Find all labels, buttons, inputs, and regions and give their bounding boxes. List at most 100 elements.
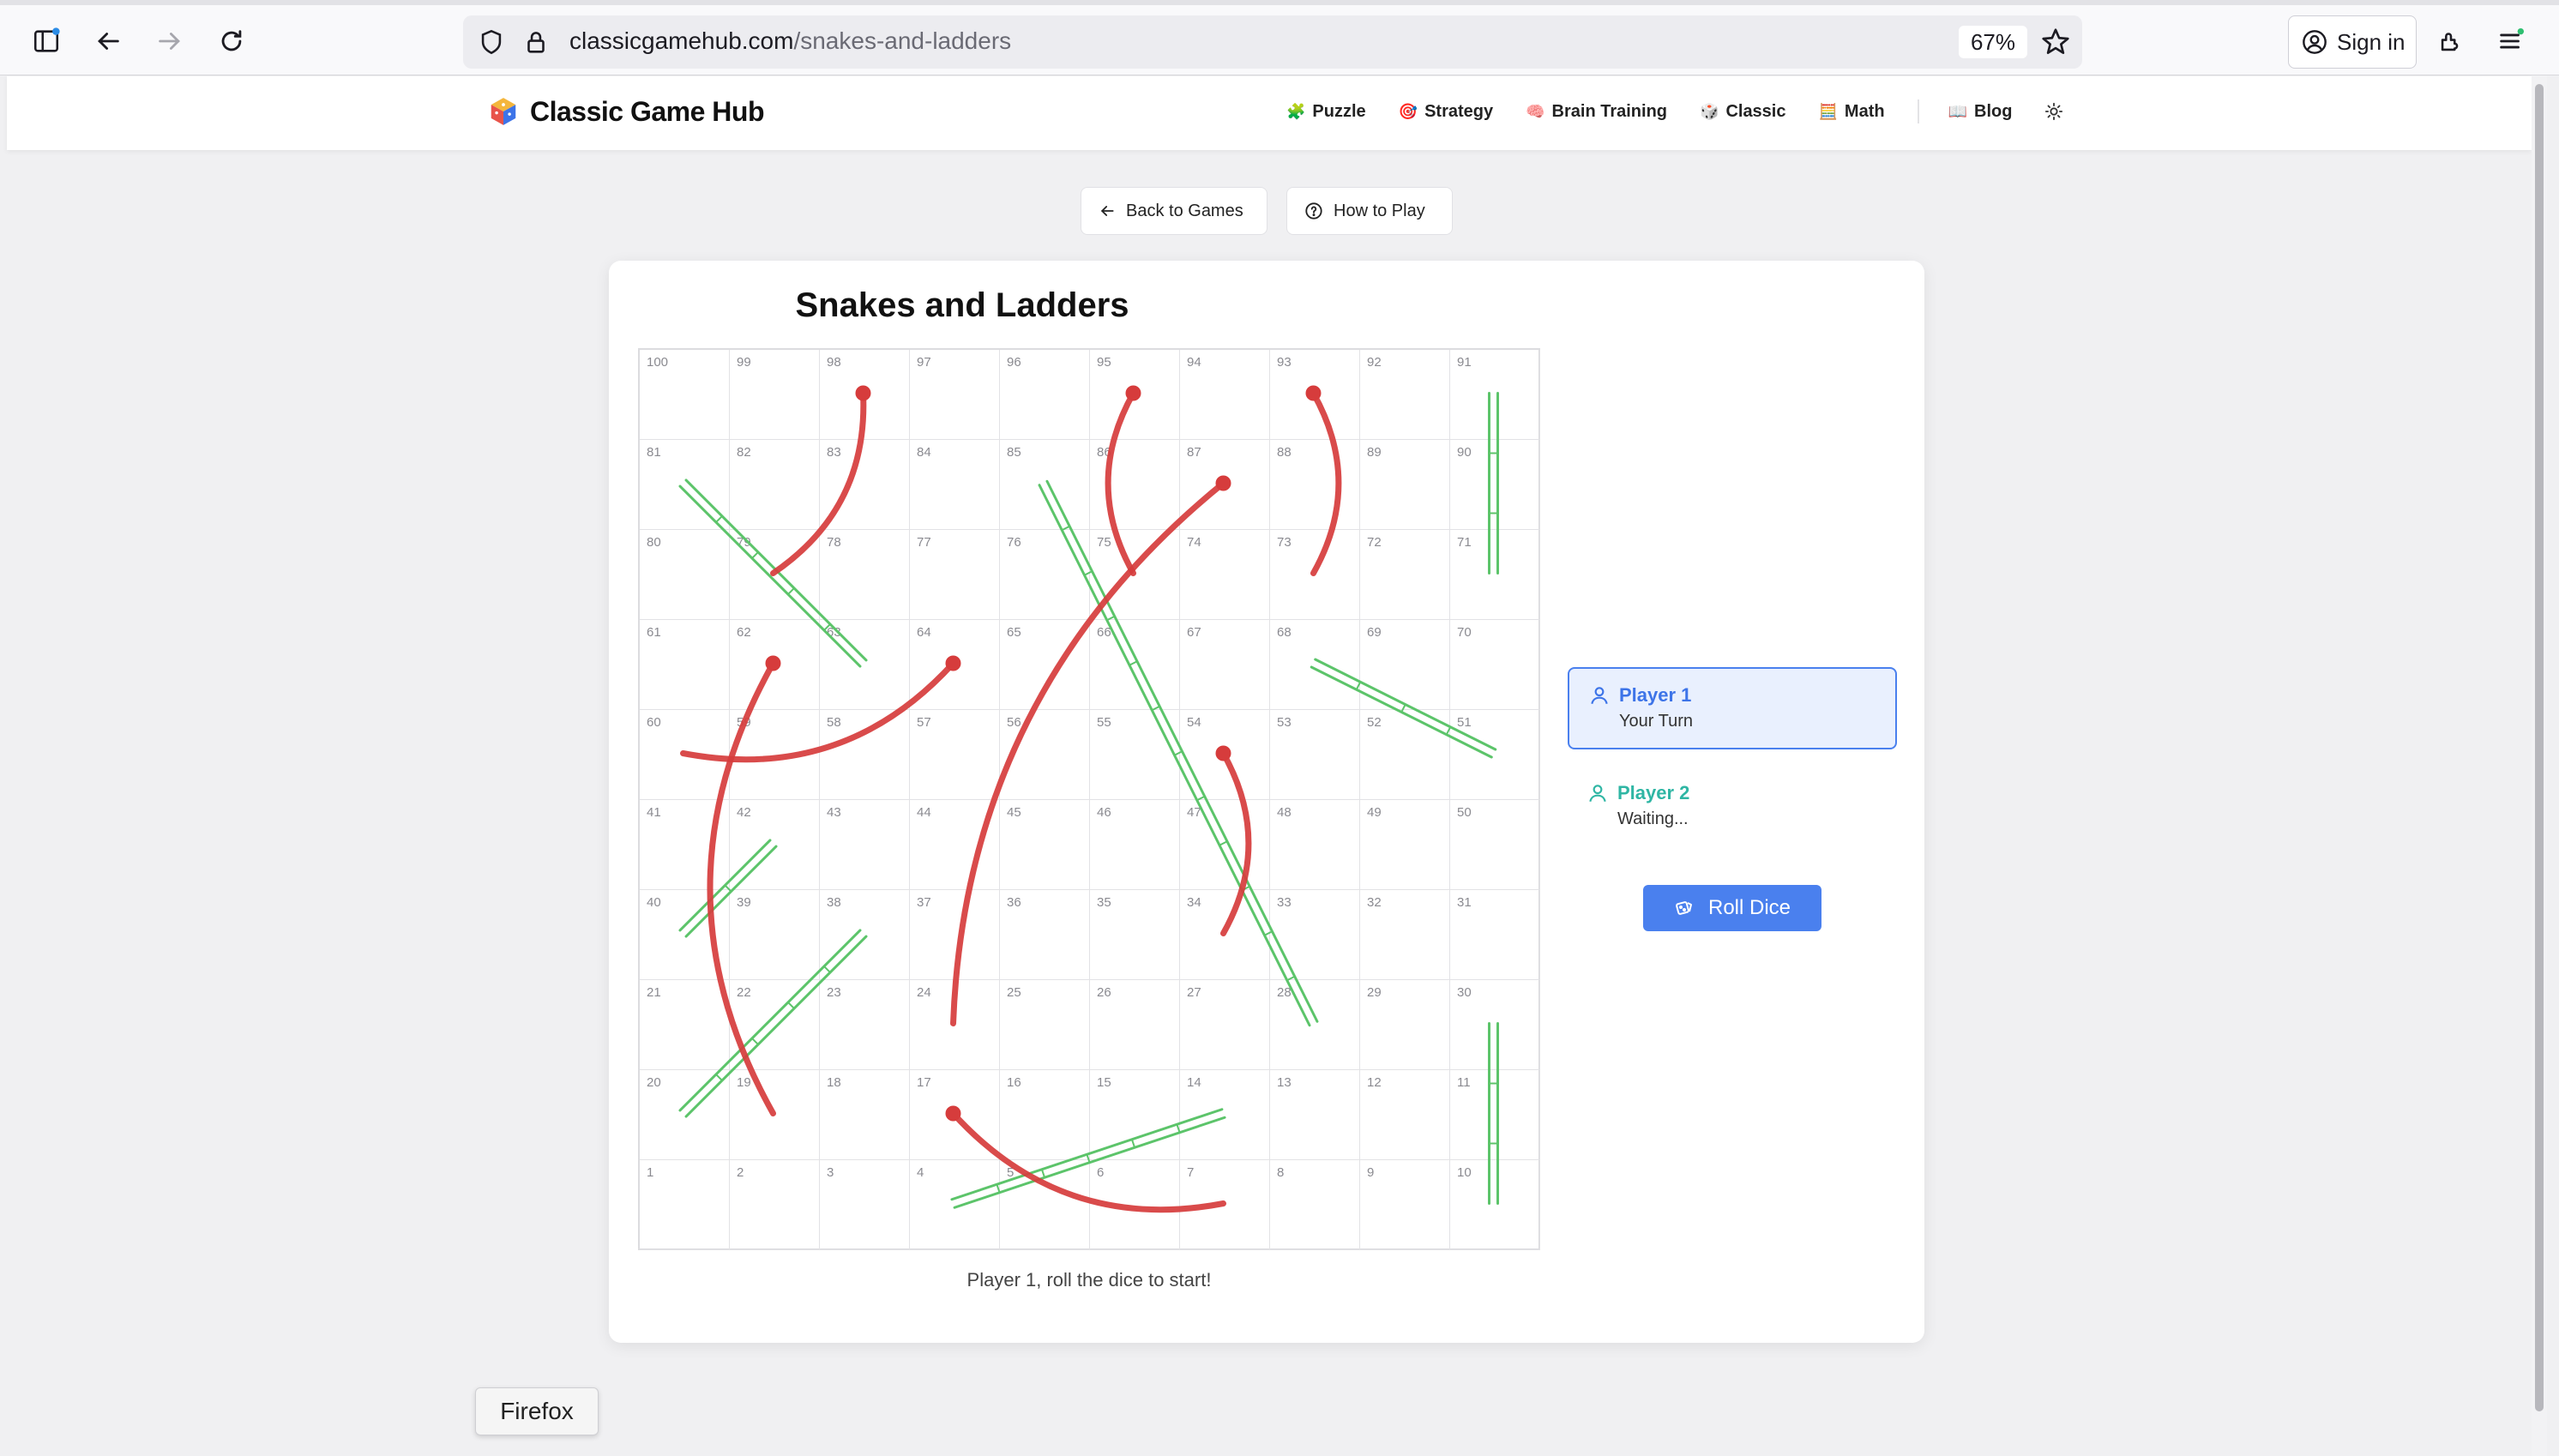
- cell-number: 33: [1277, 895, 1292, 910]
- cell-number: 73: [1277, 535, 1292, 550]
- cell-number: 55: [1097, 715, 1111, 730]
- board-cell-13: 13: [1270, 1070, 1360, 1160]
- board-cell-89: 89: [1360, 440, 1450, 530]
- cell-number: 5: [1007, 1165, 1015, 1180]
- nav-item-puzzle[interactable]: 🧩 Puzzle: [1286, 102, 1366, 122]
- nav-divider: [1917, 99, 1919, 123]
- target-icon: 🎯: [1398, 102, 1418, 120]
- lock-icon[interactable]: [521, 27, 551, 57]
- cell-number: 9: [1367, 1165, 1375, 1180]
- board-cell-52: 52: [1360, 710, 1450, 800]
- forward-arrow-icon[interactable]: [148, 19, 192, 63]
- board-cell-78: 78: [820, 530, 910, 620]
- board-cell-80: 80: [640, 530, 730, 620]
- roll-dice-label: Roll Dice: [1707, 896, 1791, 919]
- board-cell-46: 46: [1090, 800, 1180, 890]
- cell-number: 95: [1097, 355, 1111, 370]
- cell-number: 52: [1367, 715, 1382, 730]
- cell-number: 93: [1277, 355, 1292, 370]
- extensions-icon[interactable]: [2429, 19, 2473, 63]
- cell-number: 90: [1457, 445, 1472, 460]
- board-cell-54: 54: [1180, 710, 1270, 800]
- user-icon: [1589, 785, 1606, 803]
- scrollbar-thumb[interactable]: [2535, 84, 2544, 1411]
- board-cell-39: 39: [730, 890, 820, 980]
- board-cell-92: 92: [1360, 350, 1450, 440]
- bookmark-star-icon[interactable]: [2039, 26, 2072, 58]
- account-icon: [2303, 30, 2327, 54]
- nav-item-classic[interactable]: 🎲 Classic: [1700, 102, 1785, 122]
- board-cell-1: 1: [640, 1160, 730, 1250]
- shield-icon[interactable]: [477, 27, 506, 57]
- cell-number: 64: [917, 625, 931, 640]
- board-cell-17: 17: [910, 1070, 1000, 1160]
- board-cell-69: 69: [1360, 620, 1450, 710]
- board-cell-97: 97: [910, 350, 1000, 440]
- cell-number: 1: [647, 1165, 654, 1180]
- nav-item-blog[interactable]: 📖 Blog: [1948, 102, 2013, 122]
- board-cell-91: 91: [1450, 350, 1540, 440]
- zoom-level-badge[interactable]: 67%: [1958, 26, 2027, 58]
- board-cell-48: 48: [1270, 800, 1360, 890]
- board-cell-44: 44: [910, 800, 1000, 890]
- board-cell-23: 23: [820, 980, 910, 1070]
- board-cell-11: 11: [1450, 1070, 1540, 1160]
- board-cell-15: 15: [1090, 1070, 1180, 1160]
- nav-item-math[interactable]: 🧮 Math: [1819, 102, 1885, 122]
- cell-number: 87: [1187, 445, 1201, 460]
- board-cell-9: 9: [1360, 1160, 1450, 1250]
- url-text[interactable]: classicgamehub.com/snakes-and-ladders: [569, 27, 1011, 55]
- sun-icon[interactable]: [2044, 102, 2063, 121]
- board-cell-73: 73: [1270, 530, 1360, 620]
- cell-number: 2: [737, 1165, 744, 1180]
- page-scrollbar[interactable]: [2532, 75, 2547, 1456]
- cell-number: 91: [1457, 355, 1472, 370]
- cell-number: 61: [647, 625, 661, 640]
- cell-number: 31: [1457, 895, 1472, 910]
- board-cell-2: 2: [730, 1160, 820, 1250]
- cell-number: 85: [1007, 445, 1021, 460]
- cell-number: 11: [1457, 1075, 1471, 1090]
- nav-item-strategy[interactable]: 🎯 Strategy: [1399, 102, 1493, 122]
- cell-number: 3: [827, 1165, 834, 1180]
- dice-icon: [1676, 901, 1692, 915]
- roll-dice-button[interactable]: Roll Dice: [1643, 885, 1821, 931]
- cell-number: 6: [1097, 1165, 1105, 1180]
- board-cell-31: 31: [1450, 890, 1540, 980]
- sidebar-toggle-icon[interactable]: [24, 19, 69, 63]
- board-cell-83: 83: [820, 440, 910, 530]
- board-cell-42: 42: [730, 800, 820, 890]
- cell-number: 99: [737, 355, 751, 370]
- board-cell-36: 36: [1000, 890, 1090, 980]
- nav-item-brain-training[interactable]: 🧠 Brain Training: [1526, 102, 1667, 122]
- board-cell-95: 95: [1090, 350, 1180, 440]
- cell-number: 66: [1097, 625, 1111, 640]
- book-icon: 📖: [1948, 102, 1968, 120]
- nav-label: Strategy: [1424, 101, 1494, 121]
- cell-number: 65: [1007, 625, 1021, 640]
- brain-icon: 🧠: [1526, 102, 1545, 120]
- how-to-play-button[interactable]: How to Play: [1286, 187, 1453, 235]
- board-cell-30: 30: [1450, 980, 1540, 1070]
- back-to-games-button[interactable]: Back to Games: [1081, 187, 1267, 235]
- app-menu-icon[interactable]: [2489, 19, 2533, 63]
- player-2-status: Waiting...: [1617, 809, 1689, 828]
- address-bar[interactable]: classicgamehub.com/snakes-and-ladders 67…: [463, 15, 2082, 69]
- site-logo[interactable]: Classic Game Hub: [487, 95, 765, 128]
- board-cell-26: 26: [1090, 980, 1180, 1070]
- back-arrow-icon[interactable]: [86, 19, 130, 63]
- board-cell-67: 67: [1180, 620, 1270, 710]
- cell-number: 35: [1097, 895, 1111, 910]
- board-cell-74: 74: [1180, 530, 1270, 620]
- cell-number: 16: [1007, 1075, 1021, 1090]
- nav-label: Puzzle: [1312, 101, 1366, 121]
- site-name: Classic Game Hub: [530, 95, 765, 127]
- reload-icon[interactable]: [209, 19, 254, 63]
- cell-number: 30: [1457, 985, 1472, 1000]
- board-cell-76: 76: [1000, 530, 1090, 620]
- sign-in-button[interactable]: Sign in: [2288, 15, 2417, 69]
- cell-number: 12: [1367, 1075, 1382, 1090]
- cell-number: 86: [1097, 445, 1111, 460]
- how-to-play-label: How to Play: [1334, 201, 1425, 220]
- cell-number: 56: [1007, 715, 1021, 730]
